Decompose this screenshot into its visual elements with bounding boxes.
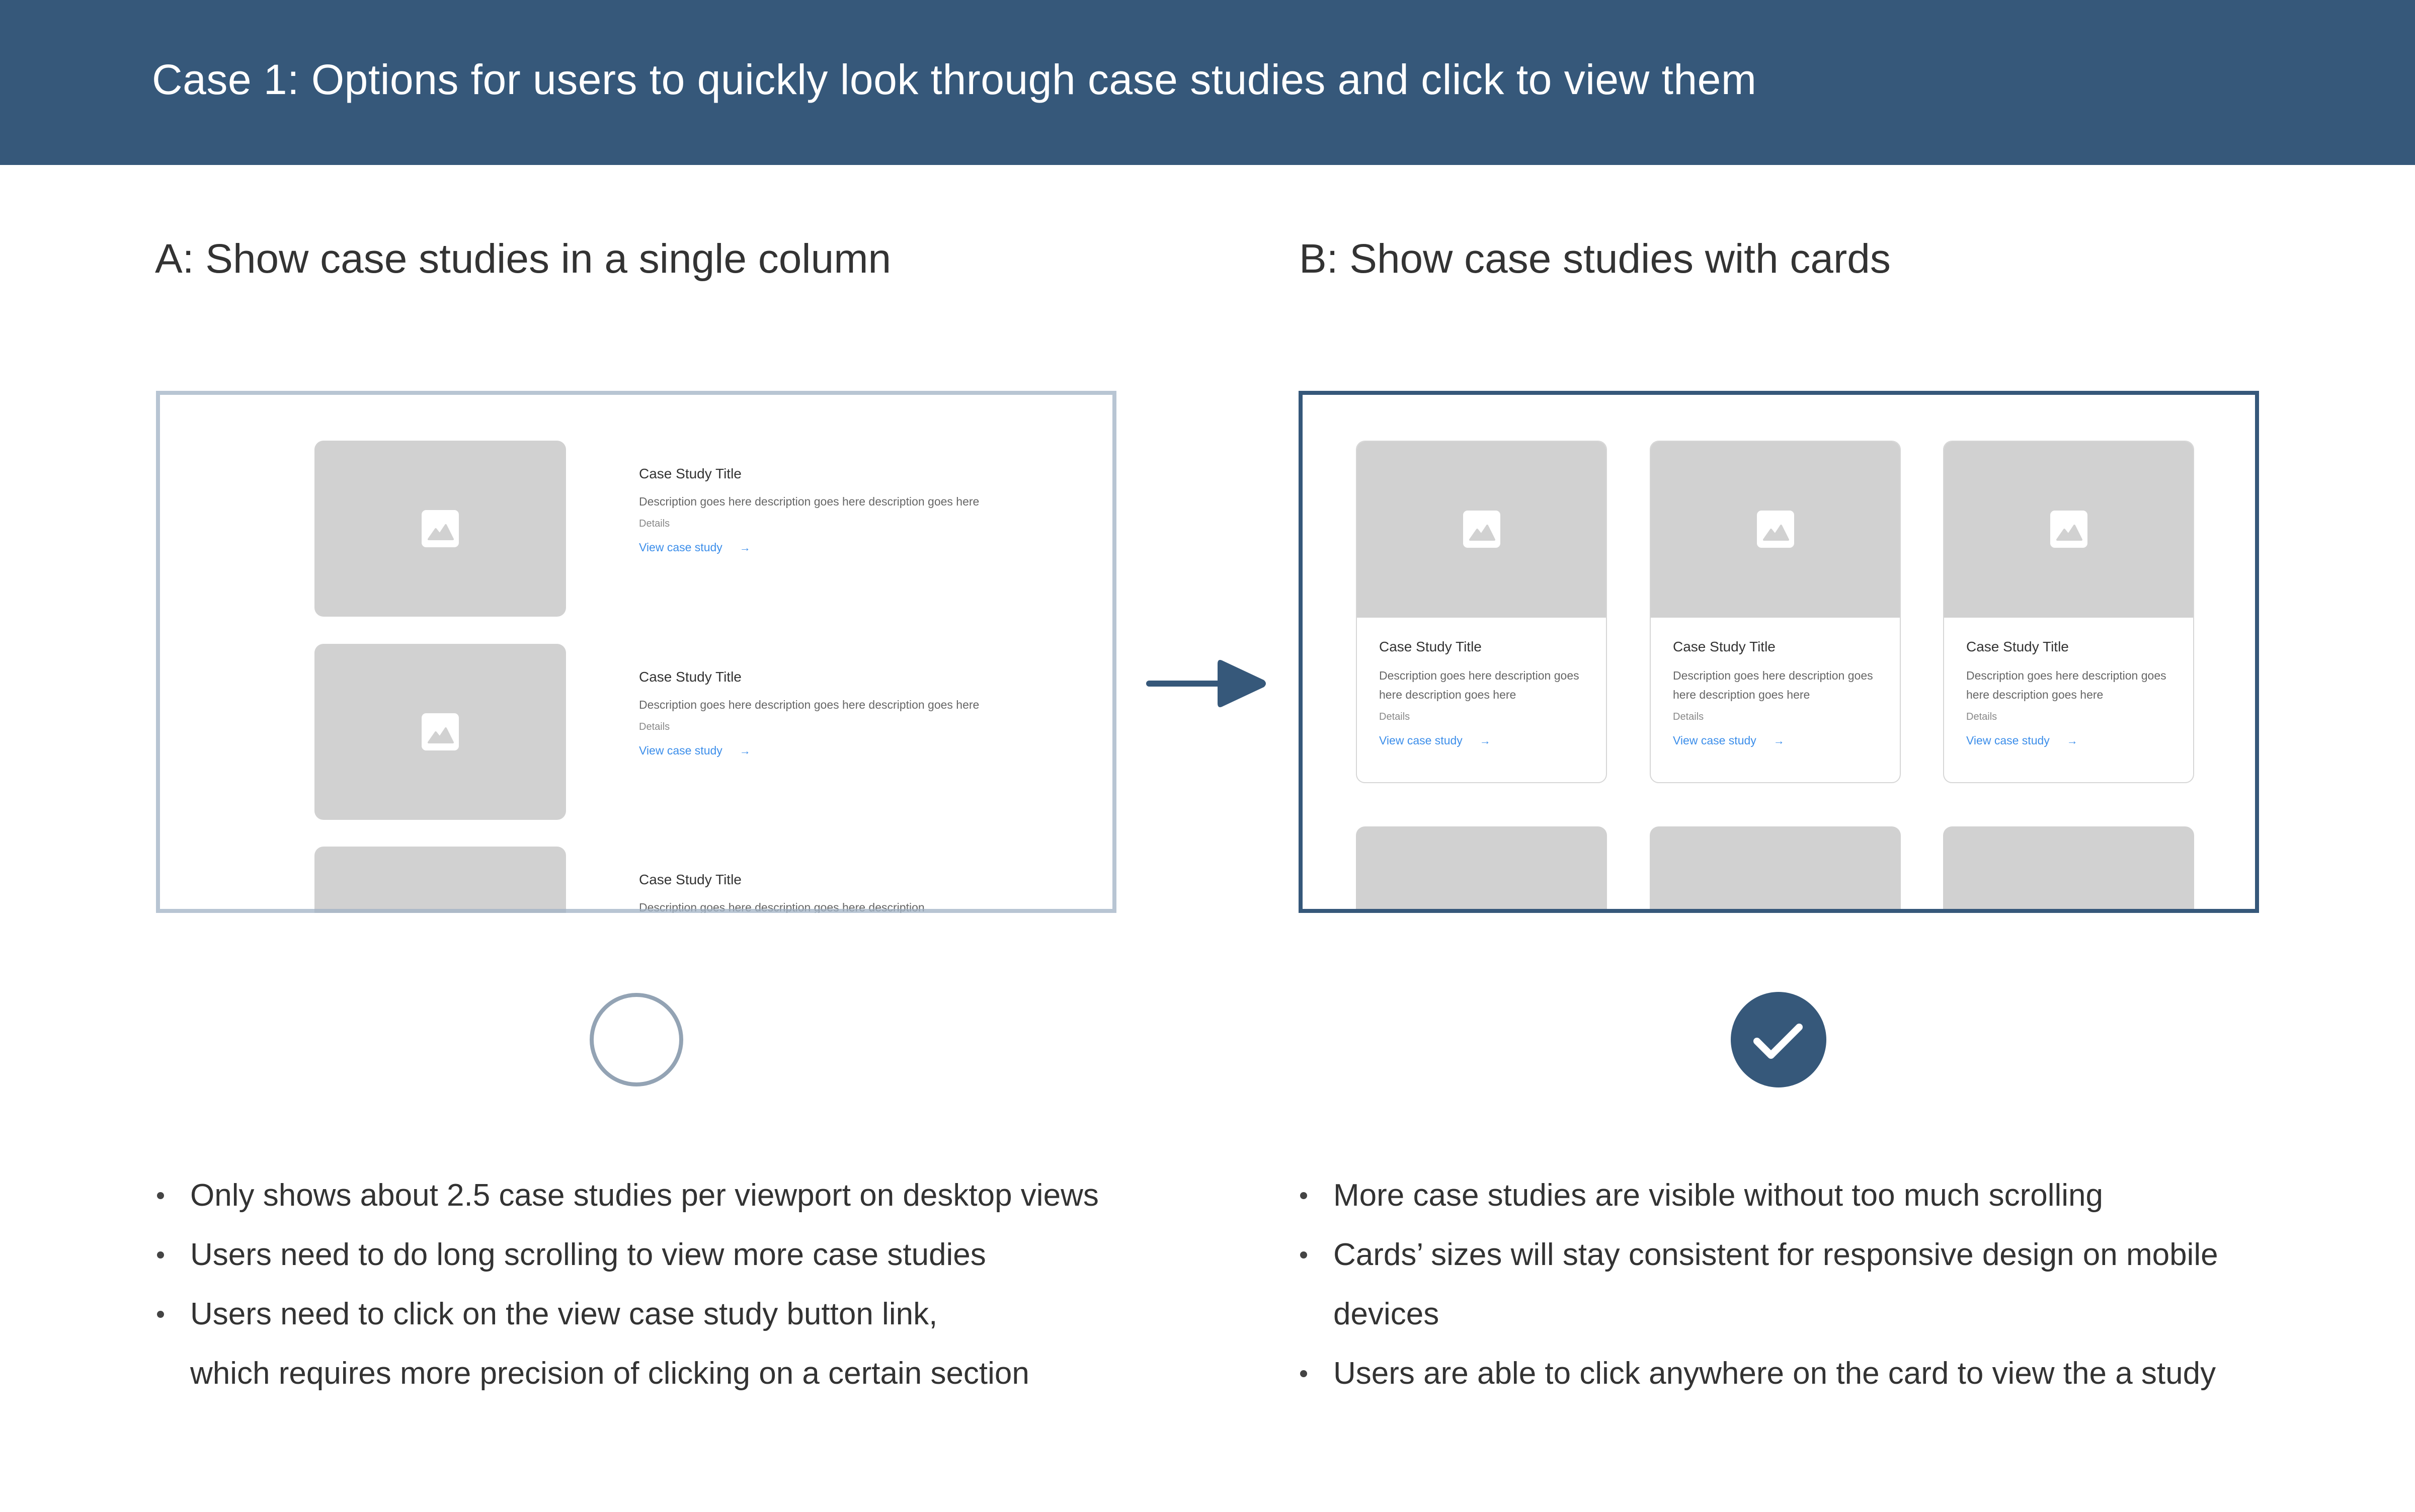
right-arrow-icon	[1142, 649, 1268, 719]
option-b-mockup: Case Study Title Description goes here d…	[1299, 391, 2259, 913]
image-placeholder	[1944, 442, 2193, 618]
arrow-right-icon: →	[1479, 734, 1491, 747]
bullet-icon	[157, 1192, 164, 1199]
case-study-card[interactable]: Case Study Title Description goes here d…	[1943, 441, 2194, 783]
case-study-title: Case Study Title	[1966, 639, 2069, 654]
image-placeholder-icon	[422, 510, 459, 547]
case-study-description: Description goes here description goes h…	[639, 901, 925, 913]
note-text: More case studies are visible without to…	[1333, 1178, 2104, 1213]
bullet-icon	[157, 1251, 164, 1258]
case-study-details: Details	[1379, 711, 1410, 722]
note-item: More case studies are visible without to…	[1298, 1166, 2304, 1225]
image-placeholder	[1943, 826, 2194, 913]
case-study-details: Details	[1673, 711, 1704, 722]
note-item: Users are able to click anywhere on the …	[1298, 1344, 2304, 1403]
note-text: Users need to do long scrolling to view …	[190, 1237, 986, 1272]
bullet-icon	[157, 1311, 164, 1318]
arrow-right-icon: →	[1773, 734, 1785, 747]
option-b-heading: B: Show case studies with cards	[1299, 236, 1891, 282]
view-case-study-link[interactable]: View case study →	[1379, 734, 1590, 747]
option-b-notes: More case studies are visible without to…	[1298, 1166, 2304, 1403]
note-text: Users need to click on the view case stu…	[190, 1297, 938, 1331]
case-study-title: Case Study Title	[639, 669, 742, 685]
check-circle-icon	[1731, 992, 1826, 1087]
option-a-heading: A: Show case studies in a single column	[155, 236, 892, 282]
image-placeholder-icon	[1756, 511, 1794, 548]
image-placeholder-icon	[1463, 511, 1500, 548]
view-case-study-label: View case study	[1966, 734, 2050, 747]
option-b-radio[interactable]	[1731, 992, 1826, 1087]
note-text: Users are able to click anywhere on the …	[1333, 1356, 2216, 1391]
case-study-title: Case Study Title	[639, 872, 742, 887]
image-placeholder-icon	[422, 713, 459, 750]
view-case-study-label: View case study	[639, 744, 722, 757]
bullet-icon	[1300, 1251, 1307, 1258]
case-study-description: Description goes here description goes h…	[1379, 669, 1579, 701]
view-case-study-label: View case study	[639, 541, 722, 554]
page-title: Case 1: Options for users to quickly loo…	[152, 56, 1757, 103]
image-placeholder	[314, 847, 566, 913]
bullet-icon	[1300, 1192, 1307, 1199]
note-item: Users need to click on the view case stu…	[155, 1285, 1161, 1344]
note-item: Users need to do long scrolling to view …	[155, 1225, 1161, 1285]
note-item-continuation: which requires more precision of clickin…	[155, 1344, 1161, 1403]
case-study-description: Description goes here description goes h…	[639, 495, 980, 508]
case-study-card[interactable]: Case Study Title Description goes here d…	[1650, 441, 1901, 783]
view-case-study-link[interactable]: View case study →	[1673, 734, 1884, 747]
option-a-radio[interactable]	[589, 992, 684, 1087]
case-study-title: Case Study Title	[1379, 639, 1482, 654]
image-placeholder	[1650, 826, 1901, 913]
note-text: devices	[1333, 1297, 1439, 1331]
image-placeholder	[314, 441, 566, 617]
list-item: Case Study Title Description goes here d…	[156, 441, 1116, 617]
note-item: Only shows about 2.5 case studies per vi…	[155, 1166, 1161, 1225]
image-placeholder	[1356, 826, 1607, 913]
option-a-notes: Only shows about 2.5 case studies per vi…	[155, 1166, 1161, 1403]
empty-circle-icon	[590, 993, 683, 1086]
arrow-right-icon: →	[2066, 734, 2078, 747]
note-item-continuation: devices	[1298, 1285, 2304, 1344]
option-a-mockup: Case Study Title Description goes here d…	[156, 391, 1116, 913]
case-study-title: Case Study Title	[1673, 639, 1776, 654]
note-item: Cards’ sizes will stay consistent for re…	[1298, 1225, 2304, 1285]
arrow-right-icon: →	[739, 541, 751, 554]
header-banner: Case 1: Options for users to quickly loo…	[0, 0, 2415, 165]
bullet-icon	[1300, 1370, 1307, 1377]
note-text: which requires more precision of clickin…	[190, 1356, 1029, 1391]
case-study-description: Description goes here description goes h…	[1966, 669, 2166, 701]
image-placeholder	[1651, 442, 1900, 618]
case-study-description: Description goes here description goes h…	[1673, 669, 1873, 701]
view-case-study-link[interactable]: View case study →	[1966, 734, 2178, 747]
case-study-details: Details	[1966, 711, 1997, 722]
image-placeholder-icon	[2050, 511, 2087, 548]
case-study-card[interactable]: Case Study Title Description goes here d…	[1356, 441, 1607, 783]
note-text: Cards’ sizes will stay consistent for re…	[1333, 1237, 2218, 1272]
case-study-details: Details	[639, 518, 670, 529]
view-case-study-label: View case study	[1379, 734, 1463, 747]
view-case-study-link[interactable]: View case study →	[639, 744, 991, 758]
image-placeholder	[314, 644, 566, 820]
view-case-study-link[interactable]: View case study →	[639, 541, 991, 554]
image-placeholder	[1357, 442, 1606, 618]
case-study-details: Details	[639, 721, 670, 732]
list-item: Case Study Title Description goes here d…	[156, 847, 1116, 913]
note-text: Only shows about 2.5 case studies per vi…	[190, 1178, 1099, 1213]
case-study-title: Case Study Title	[639, 466, 742, 481]
case-study-description: Description goes here description goes h…	[639, 698, 980, 711]
view-case-study-label: View case study	[1673, 734, 1756, 747]
arrow-right-icon: →	[739, 744, 751, 757]
list-item: Case Study Title Description goes here d…	[156, 644, 1116, 820]
